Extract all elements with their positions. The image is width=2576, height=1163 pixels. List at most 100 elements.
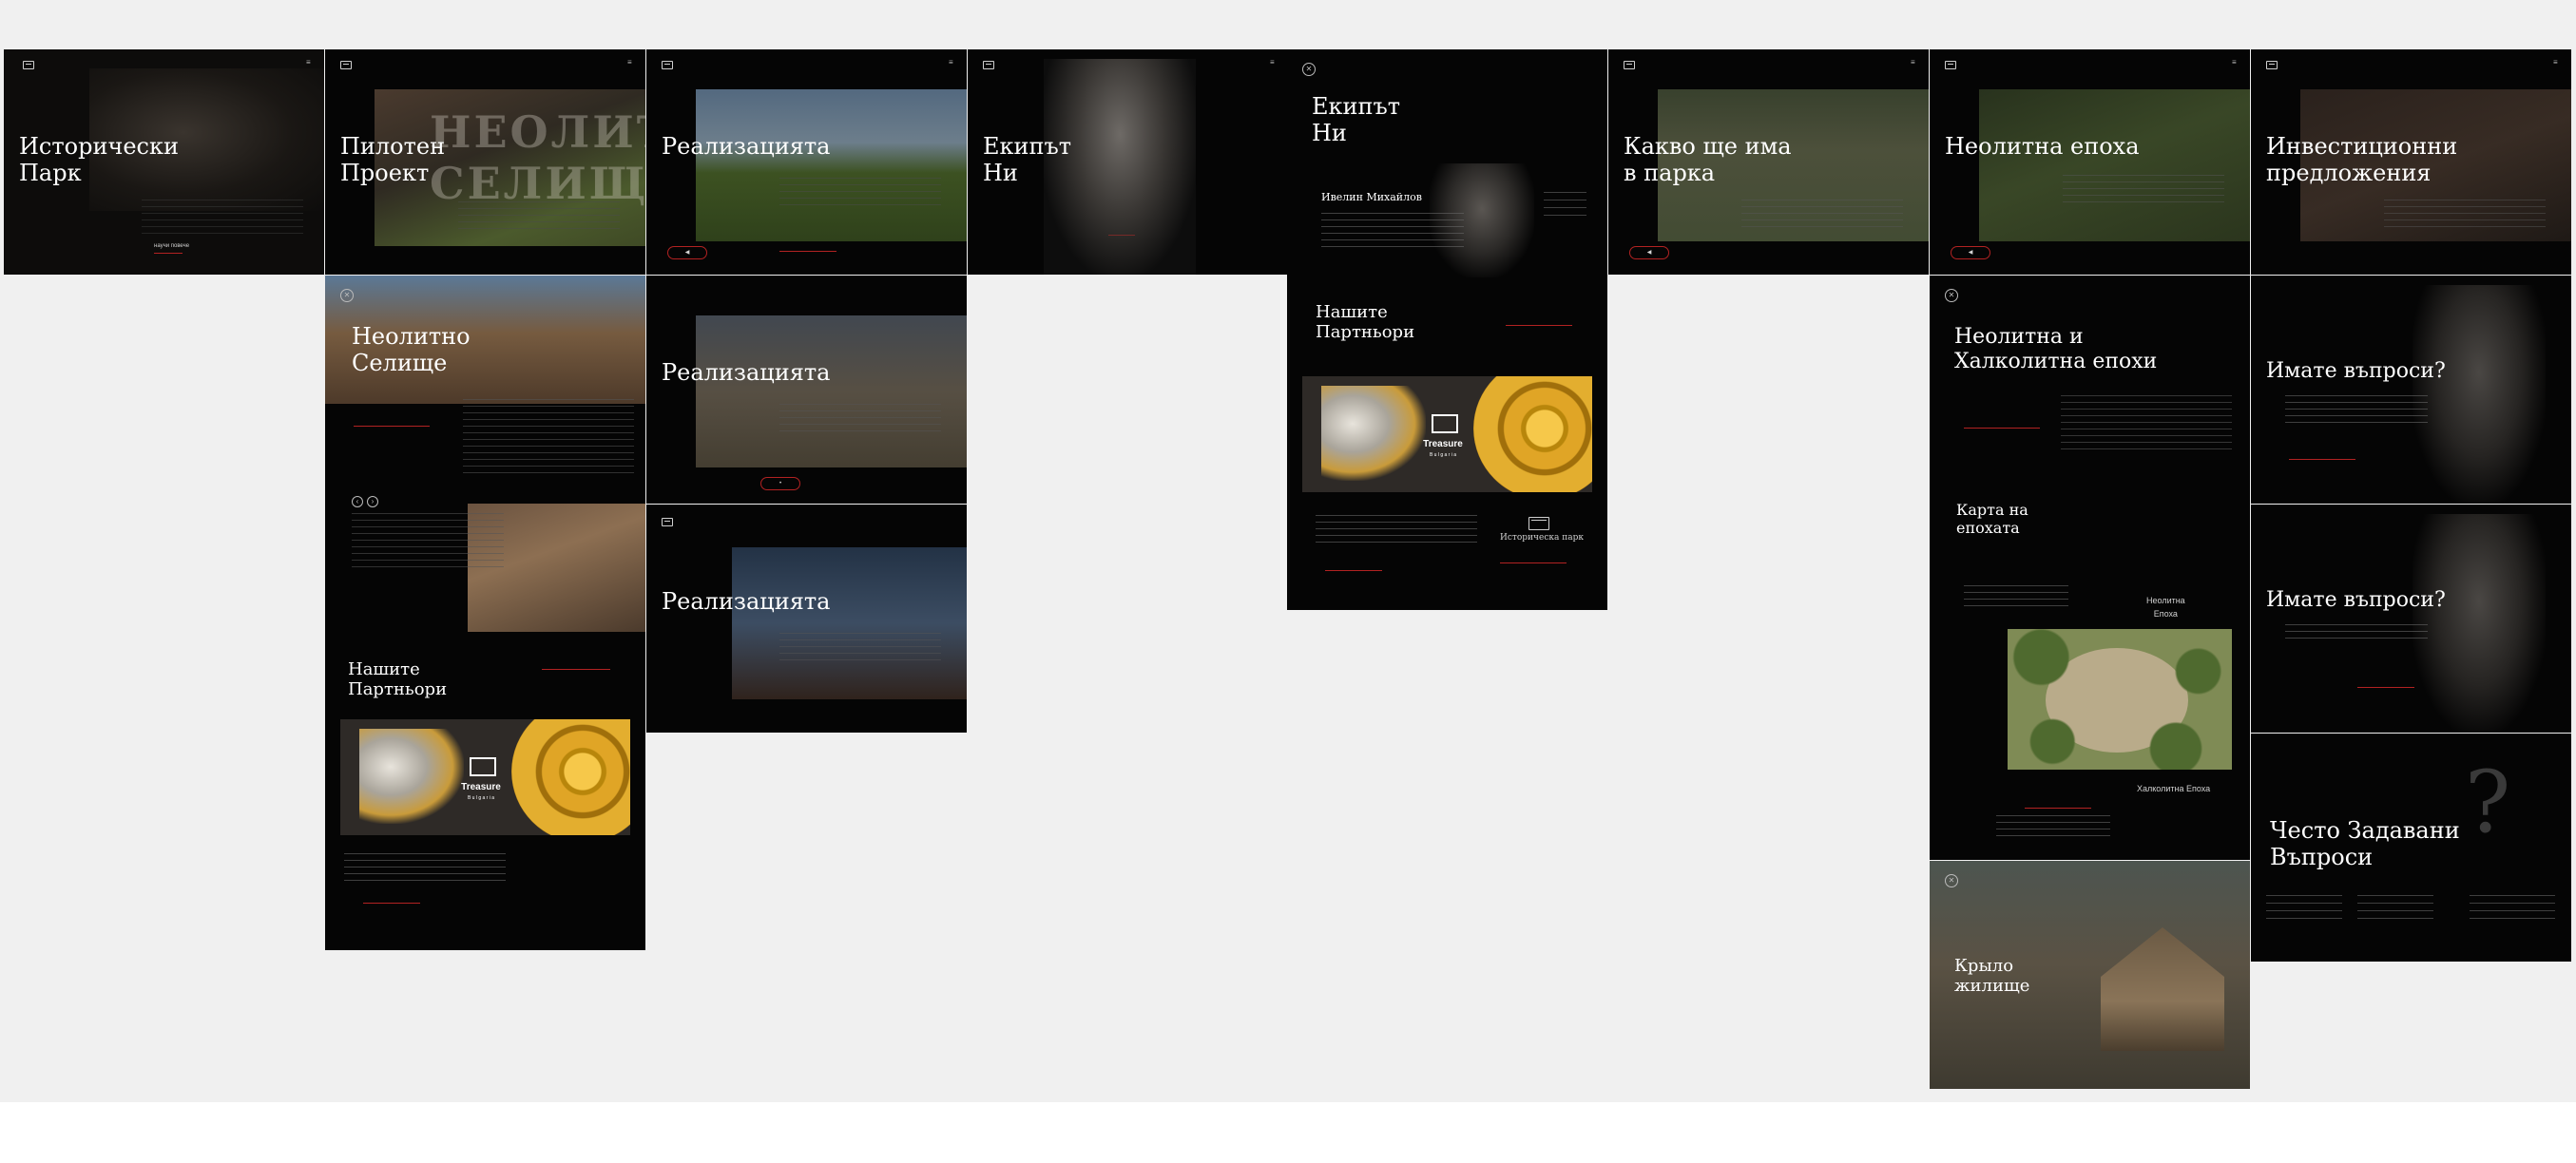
team-link[interactable]: ———— — [1108, 232, 1135, 238]
faq-col-2 — [2357, 895, 2433, 924]
more-link[interactable] — [363, 903, 420, 904]
dwelling-title: Крыло жилище — [1954, 956, 2030, 997]
section-arrow — [1964, 428, 2040, 429]
close-icon[interactable]: ✕ — [1945, 874, 1958, 887]
menu-icon[interactable]: ≡ — [949, 59, 953, 67]
member-list — [1544, 192, 1586, 220]
partner-logo-card[interactable]: Treasure B u l g a r i a — [1302, 376, 1592, 492]
menu-icon[interactable]: ≡ — [1911, 59, 1915, 67]
photo-sign-text: НЕОЛИТНО СЕЛИЩЕ — [430, 106, 645, 210]
frame-team-1[interactable]: ≡ Екипът Ни ———— — [968, 49, 1288, 275]
historical-park-label: Историческа парк — [1500, 533, 1584, 543]
frame-realization-2[interactable]: Реализацията • — [646, 276, 967, 504]
realization-paragraph — [779, 633, 941, 661]
partner-brand-sub: B u l g a r i a — [1429, 452, 1457, 458]
prev-button[interactable]: ◀ — [1951, 246, 1990, 259]
questions-link[interactable] — [2289, 459, 2355, 460]
logo-icon[interactable] — [340, 61, 352, 69]
cta-underline — [154, 253, 183, 254]
map-note — [1964, 585, 2068, 608]
team-title: Екипът Ни — [1312, 93, 1401, 147]
menu-icon[interactable]: ≡ — [2553, 59, 2558, 67]
partner-description — [1316, 515, 1477, 543]
frame-dwelling[interactable]: ✕ Крыло жилище — [1930, 861, 2250, 1089]
menu-icon[interactable]: ≡ — [2232, 59, 2237, 67]
park-icon — [1528, 517, 1549, 530]
partner-brand-sub: B u l g a r i a — [467, 795, 495, 801]
frame-historical-park[interactable]: ≡ Исторически Парк научи повече — [4, 49, 324, 275]
frame-pilot-project[interactable]: НЕОЛИТНО СЕЛИЩЕ ≡ Пилотен Проект — [325, 49, 645, 275]
frame-realization-1[interactable]: ≡ Реализацията ◀ — [646, 49, 967, 275]
hero-cta[interactable]: научи повече — [154, 242, 189, 251]
epoch-map[interactable] — [2008, 629, 2232, 770]
questions-link[interactable] — [2357, 687, 2414, 688]
more-link[interactable] — [1325, 570, 1382, 571]
settlement-title: Неолитно Селище — [352, 323, 471, 377]
frame-neolithic-settlement[interactable]: ✕ Неолитно Селище ‹ › Нашите Партньори T… — [325, 276, 645, 950]
menu-icon[interactable]: ≡ — [306, 59, 311, 67]
prev-button[interactable]: ◀ — [667, 246, 707, 259]
prev-button[interactable]: ◀ — [1629, 246, 1669, 259]
frame-realization-3[interactable]: Реализацията — [646, 505, 967, 733]
era-photo — [1979, 89, 2250, 241]
era-title: Неолитна епоха — [1945, 133, 2140, 160]
nav-button[interactable]: • — [760, 477, 800, 490]
member-bio — [1321, 213, 1464, 251]
brand-mark-icon — [470, 757, 496, 776]
close-icon[interactable]: ✕ — [1302, 63, 1316, 76]
epochs-title: Неолитна и Халколитна епохи — [1954, 325, 2158, 373]
logo-icon[interactable] — [662, 61, 673, 69]
partners-arrow[interactable] — [542, 669, 610, 670]
questions-paragraph — [2285, 624, 2428, 643]
artisan-paragraph — [352, 513, 504, 570]
pilot-paragraph — [458, 201, 620, 234]
realization-photo — [696, 89, 967, 241]
prev-icon[interactable]: ‹ — [352, 496, 363, 507]
statue-photo — [732, 547, 967, 699]
progress-line — [779, 251, 836, 252]
map-footnote — [1996, 815, 2110, 838]
partner-logo-card[interactable]: Treasure B u l g a r i a — [340, 719, 630, 835]
partners-arrow[interactable] — [1506, 325, 1572, 326]
faq-title: Често Задавани Въпроси — [2270, 817, 2460, 871]
logo-icon[interactable] — [662, 518, 673, 526]
frame-questions-2[interactable]: Имате въпроси? — [2251, 505, 2571, 733]
menu-icon[interactable]: ≡ — [627, 59, 632, 67]
frame-faq[interactable]: ? Често Задавани Въпроси — [2251, 734, 2571, 962]
partner-brand: Treasure — [461, 782, 501, 792]
section-arrow — [354, 426, 430, 427]
frame-neolithic-era[interactable]: ≡ Неолитна епоха ◀ — [1930, 49, 2250, 275]
logo-icon[interactable] — [23, 61, 34, 69]
frame-questions-1[interactable]: Имате въпроси? — [2251, 276, 2571, 504]
member-name: Ивелин Михайлов — [1321, 191, 1422, 203]
frame-what-in-park[interactable]: ≡ Какво ще има в парка ◀ — [1608, 49, 1929, 275]
questions-paragraph — [2285, 395, 2428, 424]
settlement-paragraph — [463, 399, 634, 475]
frame-team-2[interactable]: ✕ Екипът Ни Ивелин Михайлов Нашите Партн… — [1287, 49, 1607, 610]
gold-ornament — [511, 719, 630, 835]
hero-title: Исторически Парк — [19, 133, 179, 187]
pilot-title: Пилотен Проект — [340, 133, 446, 187]
close-icon[interactable]: ✕ — [1945, 289, 1958, 302]
close-icon[interactable]: ✕ — [340, 289, 354, 302]
realization-title: Реализацията — [662, 133, 831, 160]
frame-investment[interactable]: ≡ Инвестиционни предложения — [2251, 49, 2571, 275]
label-chalcolithic: Халколитна Епоха — [2137, 784, 2211, 793]
investment-title: Инвестиционни предложения — [2266, 133, 2458, 187]
next-icon[interactable]: › — [367, 496, 378, 507]
brand-mark-icon — [1432, 414, 1458, 433]
menu-icon[interactable]: ≡ — [1270, 59, 1275, 67]
more-link-2[interactable] — [1500, 562, 1567, 563]
era-paragraph — [2063, 175, 2224, 203]
logo-icon[interactable] — [983, 61, 994, 69]
label-neolithic: Неолитна Епоха — [2146, 596, 2185, 619]
frame-neolithic-chalcolithic[interactable]: ✕ Неолитна и Халколитна епохи Карта на е… — [1930, 276, 2250, 860]
logo-icon[interactable] — [1624, 61, 1635, 69]
logo-icon[interactable] — [1945, 61, 1956, 69]
epochs-paragraph — [2061, 395, 2232, 452]
partner-brand: Treasure — [1423, 439, 1463, 449]
map-link[interactable] — [2025, 808, 2091, 809]
contact-photo — [2413, 514, 2546, 733]
logo-icon[interactable] — [2266, 61, 2278, 69]
aerial-photo — [696, 315, 967, 467]
